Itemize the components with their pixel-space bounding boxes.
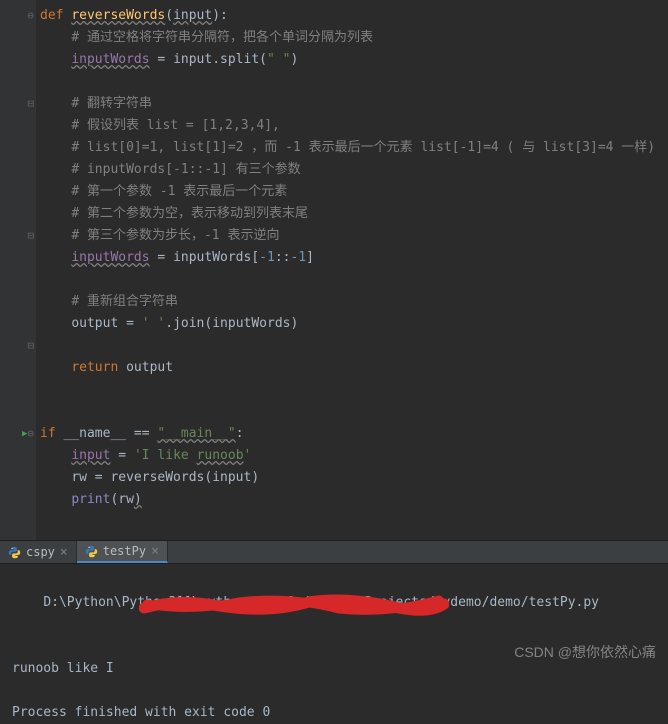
console-exit: Process finished with exit code 0: [12, 702, 656, 724]
tab-testpy[interactable]: testPy ×: [77, 541, 168, 563]
close-icon[interactable]: ×: [151, 544, 159, 559]
console-tabs: cspy × testPy ×: [0, 540, 668, 564]
code-content[interactable]: def reverseWords(input):: [36, 5, 228, 27]
tab-label: cspy: [26, 545, 55, 559]
close-icon[interactable]: ×: [60, 545, 68, 560]
tab-cspy[interactable]: cspy ×: [0, 541, 77, 563]
console-blank: [12, 680, 656, 702]
code-editor[interactable]: ⊖ def reverseWords(input): # 通过空格将字符串分隔符…: [0, 0, 668, 540]
redaction-mark: [92, 572, 402, 594]
python-icon: [85, 545, 98, 558]
python-icon: [8, 546, 21, 559]
tab-label: testPy: [103, 544, 146, 558]
watermark: CSDN @想你依然心痛: [514, 642, 656, 662]
